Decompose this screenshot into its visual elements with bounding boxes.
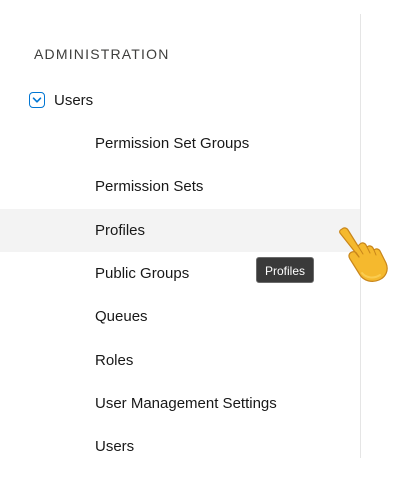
users-submenu: Permission Set Groups Permission Sets Pr… (0, 122, 360, 468)
section-title: ADMINISTRATION (34, 46, 170, 62)
tooltip: Profiles (256, 257, 315, 283)
pointing-hand-cursor-icon (336, 225, 390, 283)
sidebar-item-users-parent[interactable]: Users (0, 86, 360, 114)
sidebar-item-roles[interactable]: Roles (0, 338, 360, 381)
sidebar-item-profiles[interactable]: Profiles (0, 208, 360, 252)
sidebar-item-users[interactable]: Users (0, 425, 360, 468)
sidebar-item-queues[interactable]: Queues (0, 295, 360, 338)
sidebar-item-permission-sets[interactable]: Permission Sets (0, 165, 360, 208)
chevron-down-icon[interactable] (29, 92, 45, 108)
sidebar-item-user-management-settings[interactable]: User Management Settings (0, 382, 360, 425)
sidebar-item-label: Users (54, 91, 94, 109)
setup-sidebar: ADMINISTRATION Users Permission Set Grou… (0, 0, 361, 458)
sidebar-item-permission-set-groups[interactable]: Permission Set Groups (0, 122, 360, 165)
